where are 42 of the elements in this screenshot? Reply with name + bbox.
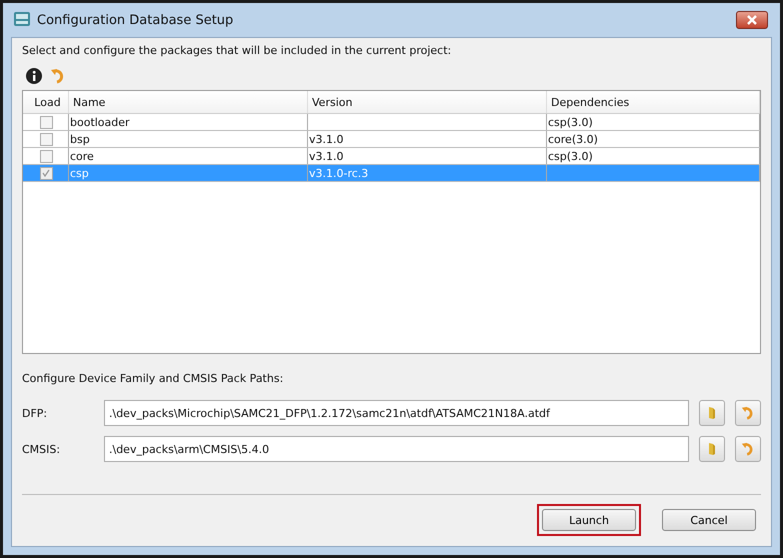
section-heading: Configure Device Family and CMSIS Pack Paths: bbox=[22, 372, 284, 387]
table-cell: csp bbox=[69, 165, 308, 181]
load-checkbox[interactable] bbox=[40, 132, 52, 146]
table-cell: v3.1.0-rc.3 bbox=[308, 165, 547, 181]
undo-icon[interactable] bbox=[50, 68, 66, 84]
load-checkbox[interactable] bbox=[40, 166, 52, 180]
table-cell: v3.1.0 bbox=[308, 131, 547, 147]
column-header[interactable]: Name bbox=[69, 91, 308, 113]
undo-icon bbox=[741, 442, 755, 456]
dialog-button[interactable]: Cancel bbox=[662, 509, 756, 531]
column-header[interactable]: Load bbox=[23, 91, 69, 113]
load-checkbox[interactable] bbox=[40, 150, 52, 162]
info-icon[interactable] bbox=[26, 68, 42, 84]
reset-button[interactable] bbox=[735, 400, 761, 426]
app-icon bbox=[13, 11, 31, 29]
folder-icon bbox=[707, 406, 717, 420]
close-button[interactable] bbox=[736, 11, 768, 29]
table-cell: bootloader bbox=[69, 114, 308, 130]
dialog-button[interactable]: Launch bbox=[542, 509, 636, 531]
table-cell: csp(3.0) bbox=[547, 148, 760, 164]
window-title: Configuration Database Setup bbox=[37, 12, 234, 28]
path-field[interactable]: .\dev_packs\Microchip\SAMC21_DFP\1.2.172\samc21n\atdf\ATSAMC21N18A.atdf bbox=[104, 400, 689, 426]
table-cell: csp(3.0) bbox=[547, 114, 760, 130]
folder-icon bbox=[707, 442, 717, 456]
reset-button[interactable] bbox=[735, 436, 761, 462]
table-cell: bsp bbox=[69, 131, 308, 147]
table-row[interactable]: bsp v3.1.0 core(3.0) bbox=[23, 131, 760, 148]
table-cell: core(3.0) bbox=[547, 131, 760, 147]
path-field[interactable]: .\dev_packs\arm\CMSIS\5.4.0 bbox=[104, 436, 689, 462]
undo-icon bbox=[741, 406, 755, 420]
instruction-text: Select and configure the packages that will be included in the current project: bbox=[22, 44, 452, 59]
column-header[interactable]: Version bbox=[308, 91, 547, 113]
field-label: DFP: bbox=[22, 406, 48, 420]
load-checkbox[interactable] bbox=[40, 116, 52, 128]
close-icon bbox=[746, 15, 758, 25]
table-row[interactable]: bootloader csp(3.0) bbox=[23, 114, 760, 131]
browse-button[interactable] bbox=[699, 436, 725, 462]
column-header[interactable]: Dependencies bbox=[547, 91, 760, 113]
table-cell: v3.1.0 bbox=[308, 148, 547, 164]
browse-button[interactable] bbox=[699, 400, 725, 426]
field-label: CMSIS: bbox=[22, 442, 62, 456]
table-cell: core bbox=[69, 148, 308, 164]
